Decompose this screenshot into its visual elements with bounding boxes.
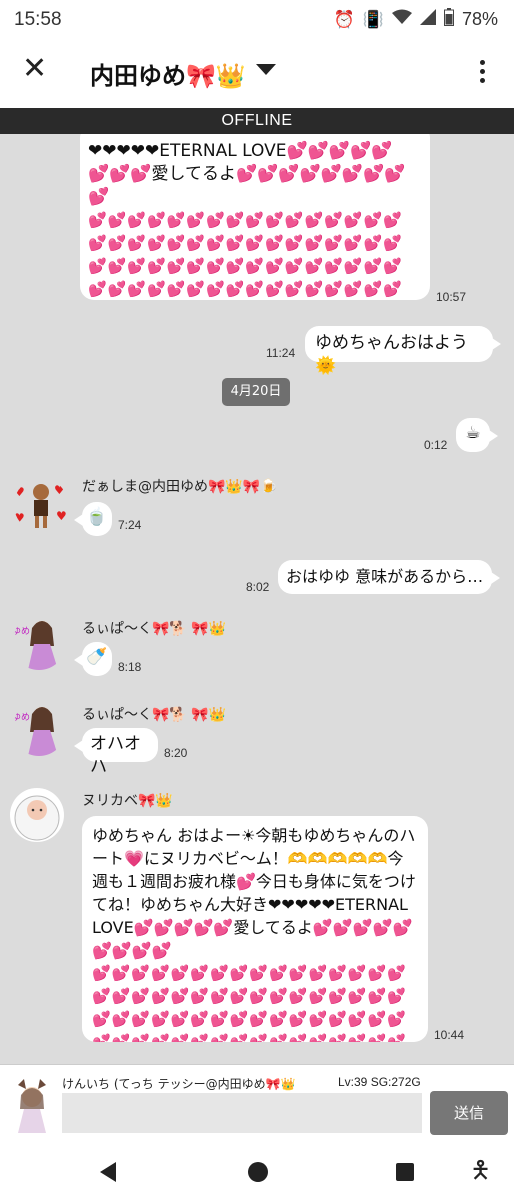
baby-bottle-icon: 🍼 xyxy=(86,647,108,667)
avatar[interactable]: ゆめ xyxy=(12,616,66,670)
message-text: ゆめちゃんおはよう🌞 xyxy=(315,333,468,376)
avatar[interactable]: ♥ ♥ ♥ ♥ xyxy=(14,478,68,532)
message-text: ゆめちゃん おはよー☀今朝もゆめちゃんのハート💗にヌリカベビ〜ム！🫶🫶🫶🫶🫶今週… xyxy=(92,826,416,960)
message-bubble[interactable]: ゆめちゃん おはよー☀今朝もゆめちゃんのハート💗にヌリカベビ〜ム！🫶🫶🫶🫶🫶今週… xyxy=(82,816,428,1042)
sender-name: るぃぱ〜く🎀🐕 🎀👑 xyxy=(82,621,227,637)
avatar[interactable]: ゆめ xyxy=(12,702,66,756)
accessibility-icon[interactable]: 🯅 xyxy=(470,1158,491,1182)
message-time: 8:20 xyxy=(164,746,188,760)
message-time: 0:12 xyxy=(424,438,448,452)
message-bubble[interactable]: オハオハ xyxy=(74,728,158,777)
chat-title[interactable]: 内田ゆめ🎀👑 xyxy=(90,56,246,91)
my-avatar[interactable] xyxy=(10,1079,54,1133)
recents-icon[interactable] xyxy=(396,1163,414,1181)
svg-text:ゆめ: ゆめ xyxy=(12,712,30,723)
chat-area[interactable]: ❤❤❤❤❤ETERNAL LOVE💕💕💕💕💕 💕💕💕愛してるよ💕💕💕💕💕💕💕💕💕… xyxy=(0,134,514,1064)
close-icon[interactable]: ✕ xyxy=(22,54,47,84)
message-input[interactable] xyxy=(62,1093,422,1133)
system-nav-bar: 🯅 xyxy=(0,1144,514,1200)
message-text: おはゆゆ 意味があるから… xyxy=(286,567,484,586)
status-icons: ⏰ 📳 78% xyxy=(334,8,498,31)
message-bubble[interactable]: 🍵 xyxy=(74,502,112,536)
message-time: 10:57 xyxy=(436,290,467,304)
svg-text:♥: ♥ xyxy=(56,509,67,523)
message-bubble[interactable]: ❤❤❤❤❤ETERNAL LOVE💕💕💕💕💕 💕💕💕愛してるよ💕💕💕💕💕💕💕💕💕… xyxy=(80,134,430,300)
message-time: 7:24 xyxy=(118,518,142,532)
vibrate-icon: 📳 xyxy=(362,9,384,30)
svg-text:ゆめ: ゆめ xyxy=(12,626,30,637)
date-divider: 4月20日 xyxy=(222,378,290,406)
heart-emoji-row: 💕💕💕💕💕💕💕💕💕💕💕💕💕💕💕💕💕💕💕💕💕💕💕💕💕💕💕💕💕💕💕💕💕💕💕💕💕💕💕💕… xyxy=(92,964,407,1042)
signal-icon xyxy=(419,9,436,30)
alarm-icon: ⏰ xyxy=(333,9,355,30)
message-time: 8:18 xyxy=(118,660,142,674)
svg-text:♥: ♥ xyxy=(54,483,65,497)
message-bubble[interactable]: ゆめちゃんおはよう🌞 xyxy=(305,326,501,376)
offline-banner: OFFLINE xyxy=(0,108,514,134)
sender-name: るぃぱ〜く🎀🐕 🎀👑 xyxy=(82,707,227,723)
send-button[interactable]: 送信 xyxy=(430,1091,508,1135)
battery-percent: 78% xyxy=(461,9,498,29)
sender-name: だぁしま@内田ゆめ🎀👑🎀🍺 xyxy=(82,479,278,495)
message-bubble[interactable]: 🍼 xyxy=(74,642,112,676)
battery-icon xyxy=(443,8,454,31)
status-bar: 15:58 ⏰ 📳 78% xyxy=(0,0,514,40)
user-level-stats: Lv:39 SG:272G xyxy=(338,1075,421,1089)
message-text: ❤❤❤❤❤ETERNAL LOVE💕💕💕💕💕 xyxy=(88,141,393,161)
composer-username: けんいち (てっち テッシー@内田ゆめ🎀👑 xyxy=(62,1077,296,1091)
home-icon[interactable] xyxy=(248,1162,268,1182)
message-time: 10:44 xyxy=(434,1028,465,1042)
svg-text:♥: ♥ xyxy=(14,511,25,525)
back-icon[interactable] xyxy=(100,1162,116,1182)
message-time: 8:02 xyxy=(246,580,270,594)
status-time: 15:58 xyxy=(14,9,62,30)
wifi-icon xyxy=(391,9,412,30)
message-text: オハオハ xyxy=(90,734,141,777)
avatar[interactable] xyxy=(10,788,64,842)
sender-name: ヌリカベ🎀👑 xyxy=(82,793,173,809)
message-time: 11:24 xyxy=(266,346,296,360)
coffee-icon: ☕ xyxy=(465,423,481,443)
heart-emoji-row: 💕💕💕💕💕💕💕💕💕💕💕💕💕💕💕💕💕💕💕💕💕💕💕💕💕💕💕💕💕💕💕💕💕💕💕💕💕💕💕💕… xyxy=(88,211,403,298)
chat-header: ✕ 内田ゆめ🎀👑 xyxy=(0,40,514,104)
more-options-icon[interactable] xyxy=(480,60,486,87)
svg-text:♥: ♥ xyxy=(14,485,25,499)
message-bubble[interactable]: おはゆゆ 意味があるから… xyxy=(278,560,500,594)
message-text: 💕💕💕愛してるよ💕💕💕💕💕💕💕💕💕 xyxy=(88,164,406,207)
message-composer: けんいち (てっち テッシー@内田ゆめ🎀👑 Lv:39 SG:272G 送信 xyxy=(0,1064,514,1144)
chevron-down-icon[interactable] xyxy=(256,64,276,75)
tea-icon: 🍵 xyxy=(86,507,108,527)
message-bubble[interactable]: ☕ xyxy=(456,418,498,452)
